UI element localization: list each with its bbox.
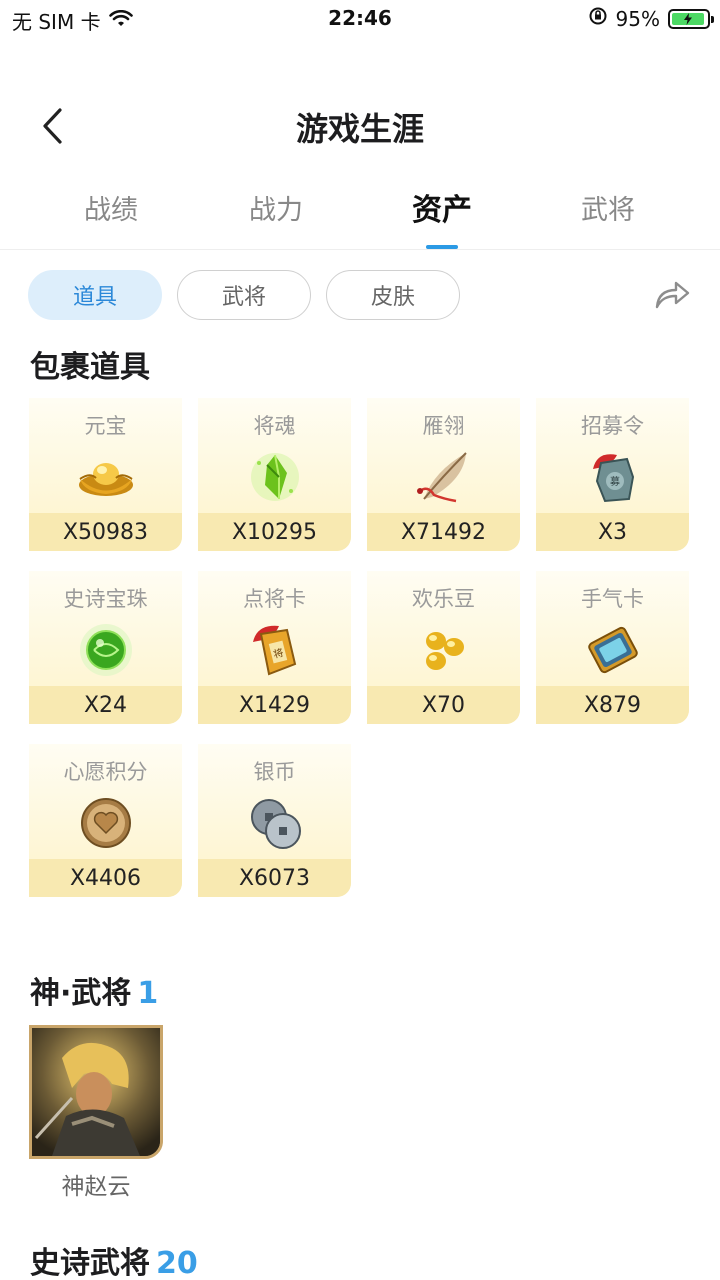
item-count: X879 bbox=[536, 686, 689, 724]
item-card[interactable]: 欢乐豆 X70 bbox=[367, 571, 520, 724]
item-name: 欢乐豆 bbox=[412, 587, 475, 611]
sub-tabs: 道具 武将 皮肤 bbox=[28, 270, 460, 320]
green-orb-icon bbox=[75, 619, 137, 681]
page-title: 游戏生涯 bbox=[295, 110, 424, 148]
gold-ingot-icon bbox=[75, 446, 137, 508]
item-name: 将魂 bbox=[253, 414, 296, 438]
item-card[interactable]: 手气卡 X879 bbox=[536, 571, 689, 724]
item-name: 银币 bbox=[253, 760, 296, 784]
battery-level bbox=[672, 12, 705, 25]
hero-name: 神赵云 bbox=[61, 1174, 131, 1200]
epic-heroes-label: 史诗武将 bbox=[30, 1246, 150, 1280]
luck-card-icon bbox=[582, 619, 644, 681]
item-count: X3 bbox=[536, 513, 689, 551]
item-count: X50983 bbox=[29, 513, 182, 551]
item-card[interactable]: 招募令 募 X3 bbox=[536, 398, 689, 551]
epic-heroes-count: 20 bbox=[156, 1246, 198, 1280]
item-card[interactable]: 心愿积分 X4406 bbox=[29, 744, 182, 897]
subtab-skins[interactable]: 皮肤 bbox=[326, 270, 460, 320]
silver-coins-icon bbox=[244, 792, 306, 854]
item-count: X70 bbox=[367, 686, 520, 724]
item-name: 手气卡 bbox=[581, 587, 644, 611]
item-name: 心愿积分 bbox=[63, 760, 148, 784]
item-card[interactable]: 雁翎 X71492 bbox=[367, 398, 520, 551]
hero-portrait-icon bbox=[29, 1025, 163, 1159]
subtab-items[interactable]: 道具 bbox=[28, 270, 162, 320]
item-card[interactable]: 点将卡 将 X1429 bbox=[198, 571, 351, 724]
item-name: 雁翎 bbox=[422, 414, 465, 438]
subtab-generals[interactable]: 武将 bbox=[177, 270, 311, 320]
item-count: X1429 bbox=[198, 686, 351, 724]
green-crystal-icon bbox=[244, 446, 306, 508]
header: 游戏生涯 bbox=[0, 90, 720, 162]
item-name: 点将卡 bbox=[243, 587, 306, 611]
epic-heroes-section-title: 史诗武将 20 bbox=[30, 1238, 198, 1280]
share-button[interactable] bbox=[650, 274, 694, 314]
item-count: X24 bbox=[29, 686, 182, 724]
item-card[interactable]: 将魂 X10295 bbox=[198, 398, 351, 551]
battery-percent: 95% bbox=[615, 6, 660, 31]
items-section-label: 包裹道具 bbox=[30, 350, 150, 385]
tab-power[interactable]: 战力 bbox=[196, 188, 356, 227]
tab-assets[interactable]: 资产 bbox=[362, 185, 522, 229]
god-heroes-section-title: 神·武将 1 bbox=[30, 968, 158, 1012]
feather-icon bbox=[413, 446, 475, 508]
active-tab-indicator bbox=[426, 245, 458, 249]
item-grid: 元宝 X50983 将魂 X10295 雁翎 X71492 招募令 募 X3 史… bbox=[29, 398, 699, 897]
status-right: 95% bbox=[588, 6, 714, 31]
item-count: X71492 bbox=[367, 513, 520, 551]
golden-beans-icon bbox=[413, 619, 475, 681]
god-heroes-label: 神·武将 bbox=[30, 976, 132, 1011]
share-icon bbox=[655, 281, 690, 309]
item-name: 招募令 bbox=[581, 414, 644, 438]
heart-coin-icon bbox=[75, 792, 137, 854]
item-card[interactable]: 银币 X6073 bbox=[198, 744, 351, 897]
item-name: 史诗宝珠 bbox=[63, 587, 148, 611]
orientation-lock-icon bbox=[588, 6, 608, 31]
general-card-icon: 将 bbox=[244, 619, 306, 681]
item-count: X6073 bbox=[198, 859, 351, 897]
item-card[interactable]: 元宝 X50983 bbox=[29, 398, 182, 551]
god-heroes-count: 1 bbox=[137, 976, 159, 1011]
tab-record[interactable]: 战绩 bbox=[31, 188, 191, 227]
svg-text:募: 募 bbox=[610, 475, 620, 488]
item-count: X10295 bbox=[198, 513, 351, 551]
battery-charging-icon bbox=[668, 8, 714, 29]
hero-card[interactable]: 神赵云 bbox=[29, 1025, 163, 1201]
status-bar: 无 SIM 卡 22:46 95% bbox=[0, 0, 720, 40]
main-tabs: 战绩 战力 资产 武将 bbox=[0, 180, 720, 250]
tab-generals[interactable]: 武将 bbox=[528, 188, 688, 227]
items-section-title: 包裹道具 bbox=[30, 342, 150, 386]
item-count: X4406 bbox=[29, 859, 182, 897]
recruit-token-icon: 募 bbox=[582, 446, 644, 508]
item-name: 元宝 bbox=[84, 414, 127, 438]
item-card[interactable]: 史诗宝珠 X24 bbox=[29, 571, 182, 724]
